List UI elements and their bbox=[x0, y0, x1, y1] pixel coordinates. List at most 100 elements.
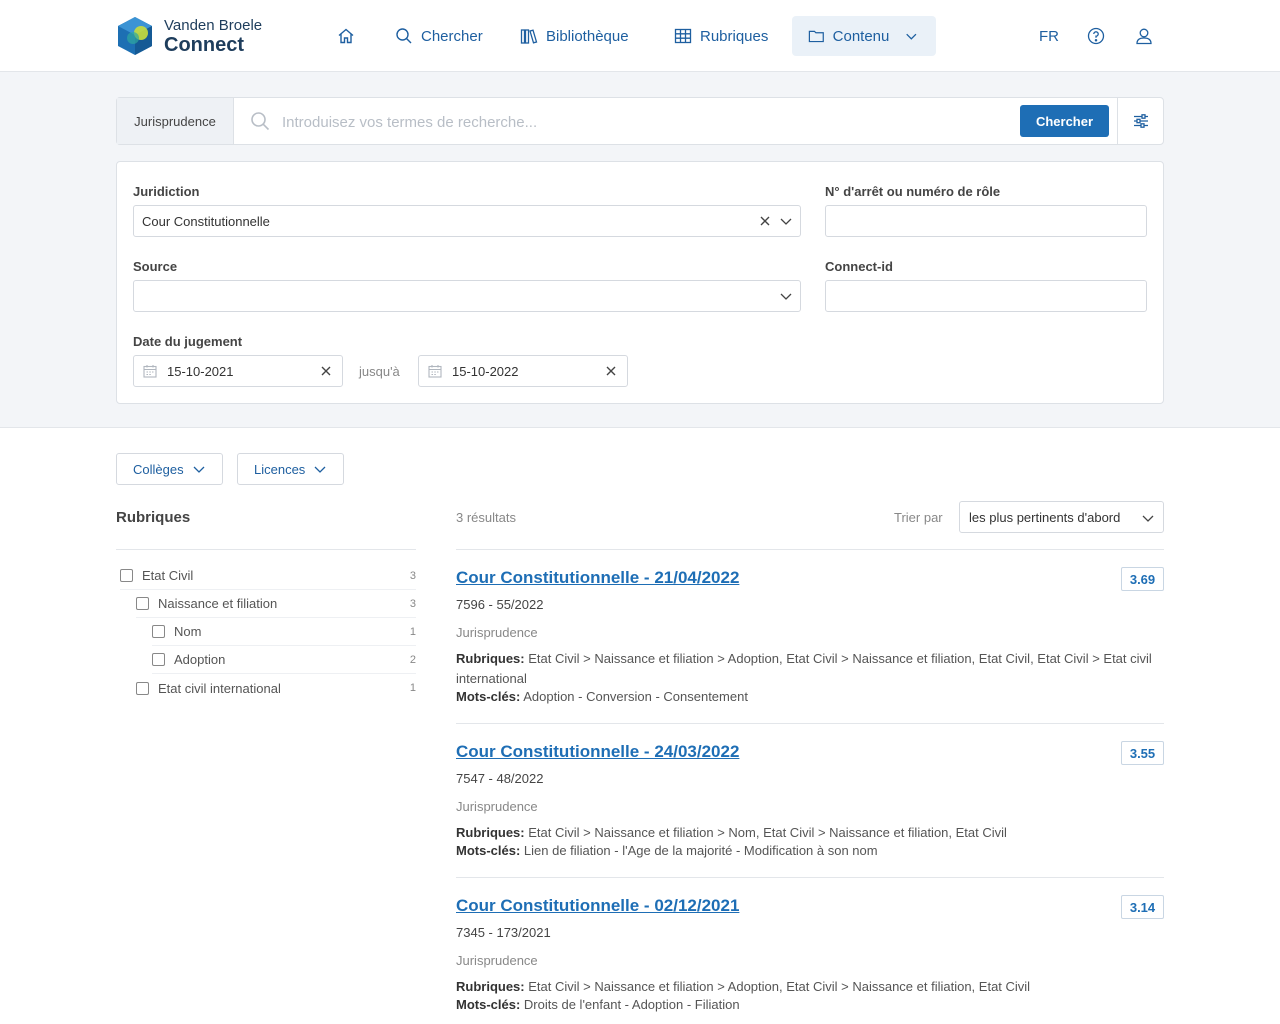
keywords-value: Adoption - Conversion - Consentement bbox=[523, 689, 748, 704]
source-label: Source bbox=[133, 259, 178, 274]
result-rubriques: Rubriques: Etat Civil > Naissance et fil… bbox=[456, 977, 1156, 997]
sort-label: Trier par bbox=[894, 510, 943, 525]
chevron-down-icon bbox=[1142, 515, 1154, 522]
rubrique-item[interactable]: Etat Civil 3 bbox=[120, 562, 416, 590]
sliders-icon bbox=[1133, 114, 1148, 128]
licences-dropdown[interactable]: Licences bbox=[237, 453, 345, 485]
nav-content[interactable]: Contenu bbox=[792, 16, 936, 56]
checkbox[interactable] bbox=[120, 569, 133, 582]
search-section: Jurisprudence Chercher Juridiction Cour … bbox=[0, 72, 1280, 428]
results-count: 3 résultats bbox=[456, 510, 516, 525]
relevance-score-badge: 3.69 bbox=[1121, 567, 1164, 591]
search-scope-label: Jurisprudence bbox=[134, 113, 216, 129]
search-icon bbox=[251, 112, 270, 131]
help-icon bbox=[1087, 27, 1105, 45]
connect-id-field[interactable] bbox=[825, 280, 1147, 312]
sort-select[interactable]: les plus pertinents d'abord bbox=[959, 501, 1164, 533]
rubriques-value: Etat Civil > Naissance et filiation > Ad… bbox=[528, 979, 1031, 994]
date-to-value: 15-10-2022 bbox=[452, 364, 519, 379]
logo-mark-icon bbox=[118, 17, 152, 55]
rubrique-item[interactable]: Adoption 2 bbox=[152, 646, 416, 674]
rubriques-title: Rubriques bbox=[116, 509, 191, 526]
result-item: Cour Constitutionnelle - 02/12/2021 3.14… bbox=[456, 877, 1164, 1024]
rubrique-item[interactable]: Etat civil international 1 bbox=[136, 674, 416, 702]
chevron-down-icon bbox=[906, 33, 917, 40]
nav-rubrics[interactable]: Rubriques bbox=[674, 16, 768, 56]
nav-content-label: Contenu bbox=[832, 27, 890, 45]
clear-icon[interactable] bbox=[758, 214, 772, 228]
result-reference: 7547 - 48/2022 bbox=[456, 771, 544, 786]
chevron-down-icon bbox=[780, 293, 792, 300]
result-title-link[interactable]: Cour Constitutionnelle - 02/12/2021 bbox=[456, 896, 739, 916]
chevron-down-icon bbox=[780, 218, 792, 225]
rubrique-count: 3 bbox=[409, 597, 416, 610]
checkbox[interactable] bbox=[152, 653, 165, 666]
keywords-value: Lien de filiation - l'Age de la majorité… bbox=[523, 843, 878, 858]
rubrique-label: Nom bbox=[174, 624, 202, 639]
brand-logo[interactable]: Vanden Broele Connect bbox=[116, 16, 266, 58]
result-type: Jurisprudence bbox=[456, 625, 538, 640]
case-number-field[interactable] bbox=[825, 205, 1147, 237]
jurisdiction-label: Juridiction bbox=[133, 184, 200, 199]
search-input[interactable] bbox=[282, 108, 1002, 136]
result-title-link[interactable]: Cour Constitutionnelle - 24/03/2022 bbox=[456, 742, 739, 762]
nav-library[interactable]: Bibliothèque bbox=[520, 16, 629, 56]
language-label: FR bbox=[1039, 27, 1059, 45]
rubrique-count: 2 bbox=[409, 653, 416, 666]
jurisdiction-select[interactable]: Cour Constitutionnelle bbox=[133, 205, 801, 237]
keywords-prefix: Mots-clés: bbox=[456, 997, 521, 1012]
source-select[interactable] bbox=[133, 280, 801, 312]
rubriques-prefix: Rubriques: bbox=[456, 979, 525, 994]
user-icon bbox=[1136, 28, 1152, 45]
account-button[interactable] bbox=[1135, 16, 1153, 56]
date-from-value: 15-10-2021 bbox=[167, 364, 234, 379]
rubrique-label: Naissance et filiation bbox=[158, 596, 278, 611]
folder-icon bbox=[808, 30, 824, 43]
connect-id-label: Connect-id bbox=[825, 259, 893, 274]
nav-home[interactable] bbox=[337, 16, 355, 56]
rubrique-count: 1 bbox=[409, 682, 416, 694]
result-title-link[interactable]: Cour Constitutionnelle - 21/04/2022 bbox=[456, 568, 739, 588]
result-item: Cour Constitutionnelle - 24/03/2022 3.55… bbox=[456, 723, 1164, 877]
result-keywords: Mots-clés: Droits de l'enfant - Adoption… bbox=[456, 997, 740, 1012]
result-type: Jurisprudence bbox=[456, 953, 538, 968]
clear-icon[interactable] bbox=[604, 364, 618, 378]
relevance-score-badge: 3.14 bbox=[1121, 895, 1164, 919]
search-scope-selector[interactable]: Jurisprudence bbox=[117, 98, 234, 144]
rubrique-label: Etat civil international bbox=[158, 680, 281, 696]
rubrique-count: 1 bbox=[409, 625, 416, 638]
grid-icon bbox=[674, 28, 692, 44]
jurisdiction-value: Cour Constitutionnelle bbox=[142, 214, 270, 229]
rubriques-value: Etat Civil > Naissance et filiation > Ad… bbox=[456, 651, 1152, 686]
date-to-field[interactable]: 15-10-2022 bbox=[418, 355, 628, 387]
rubriques-prefix: Rubriques: bbox=[456, 651, 525, 666]
checkbox[interactable] bbox=[152, 625, 165, 638]
brand-line2: Connect bbox=[164, 34, 244, 56]
checkbox[interactable] bbox=[136, 681, 149, 695]
filter-toggle-button[interactable] bbox=[1117, 98, 1163, 144]
rubriques-prefix: Rubriques: bbox=[456, 825, 525, 840]
language-switch[interactable]: FR bbox=[1039, 16, 1059, 56]
result-reference: 7596 - 55/2022 bbox=[456, 597, 544, 612]
rubrique-label: Adoption bbox=[174, 652, 226, 667]
help-button[interactable] bbox=[1087, 16, 1105, 56]
checkbox[interactable] bbox=[136, 597, 149, 610]
colleges-dropdown[interactable]: Collèges bbox=[116, 453, 223, 485]
rubrique-item[interactable]: Nom 1 bbox=[152, 618, 416, 646]
nav-rubrics-label: Rubriques bbox=[700, 27, 769, 45]
rubrique-item[interactable]: Naissance et filiation 3 bbox=[136, 590, 416, 618]
date-from-field[interactable]: 15-10-2021 bbox=[133, 355, 343, 387]
search-button[interactable]: Chercher bbox=[1020, 105, 1109, 137]
date-label: Date du jugement bbox=[133, 334, 243, 349]
licences-label: Licences bbox=[254, 461, 306, 477]
nav-search-label: Chercher bbox=[421, 27, 483, 45]
relevance-score-badge: 3.55 bbox=[1121, 741, 1164, 765]
nav-search[interactable]: Chercher bbox=[395, 16, 483, 56]
result-keywords: Mots-clés: Lien de filiation - l'Age de … bbox=[456, 843, 878, 858]
result-reference: 7345 - 173/2021 bbox=[456, 925, 551, 940]
clear-icon[interactable] bbox=[319, 364, 333, 378]
result-item: Cour Constitutionnelle - 21/04/2022 3.69… bbox=[456, 549, 1164, 723]
rubrique-label: Etat Civil bbox=[142, 568, 194, 583]
result-keywords: Mots-clés: Adoption - Conversion - Conse… bbox=[456, 689, 748, 704]
search-bar: Jurisprudence Chercher bbox=[116, 97, 1164, 145]
